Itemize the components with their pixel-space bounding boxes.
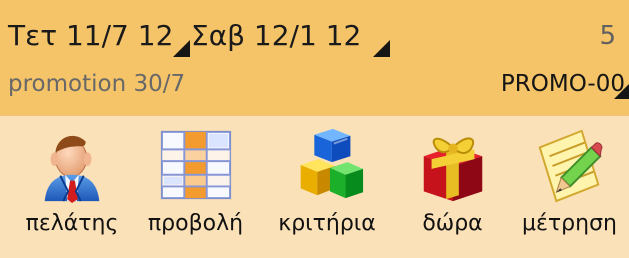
promotion-row: promotion 30/7 PROMO-00 bbox=[8, 66, 629, 104]
promotion-count: 5 bbox=[599, 21, 616, 51]
promotion-code[interactable]: PROMO-00 bbox=[501, 66, 625, 102]
start-date-dropdown-icon[interactable] bbox=[173, 40, 190, 57]
date-range-row: Τετ 11/7 12 Σαβ 12/1 12 5 bbox=[8, 16, 620, 58]
end-date-dropdown-icon[interactable] bbox=[373, 40, 390, 57]
promotion-name: promotion 30/7 bbox=[8, 71, 186, 97]
criteria-label: κριτήρια bbox=[278, 211, 376, 236]
customer-icon bbox=[33, 126, 111, 204]
measurement-notepad-icon bbox=[531, 126, 609, 204]
measurement-button[interactable]: μέτρηση bbox=[510, 120, 629, 250]
criteria-button[interactable]: κριτήρια bbox=[268, 120, 386, 250]
promotion-ribbon: Τετ 11/7 12 Σαβ 12/1 12 5 promotion 30/7… bbox=[0, 0, 629, 258]
customer-button[interactable]: πελάτης bbox=[16, 120, 128, 250]
start-date[interactable]: Τετ 11/7 12 bbox=[8, 16, 173, 56]
measurement-label: μέτρηση bbox=[522, 211, 617, 236]
table-view-icon bbox=[157, 126, 235, 204]
end-date[interactable]: Σαβ 12/1 12 bbox=[191, 16, 361, 56]
gift-icon bbox=[414, 126, 492, 204]
promotion-toolbar: πελάτης προβολή κριτήρια δώρα μέτρηση bbox=[0, 115, 629, 258]
promotion-code-dropdown-icon[interactable] bbox=[614, 84, 629, 99]
promotion-header: Τετ 11/7 12 Σαβ 12/1 12 5 promotion 30/7… bbox=[0, 0, 629, 115]
gifts-label: δώρα bbox=[422, 211, 483, 236]
criteria-blocks-icon bbox=[288, 126, 366, 204]
gifts-button[interactable]: δώρα bbox=[405, 120, 500, 250]
view-button[interactable]: προβολή bbox=[137, 120, 254, 250]
view-label: προβολή bbox=[147, 211, 244, 236]
customer-label: πελάτης bbox=[25, 211, 119, 236]
